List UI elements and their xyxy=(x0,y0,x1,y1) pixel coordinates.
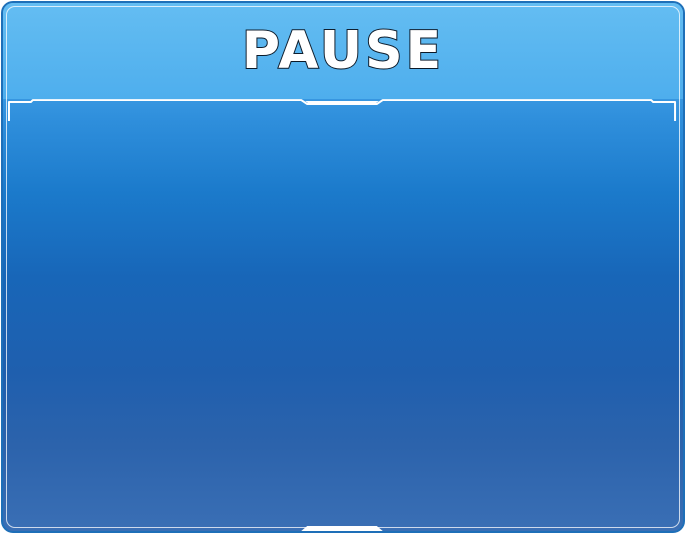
pause-header: PAUSE xyxy=(3,3,683,99)
divider-notch-fill xyxy=(305,101,379,105)
pause-panel: PAUSE xyxy=(1,1,685,533)
bottom-notch-shape xyxy=(301,526,383,531)
pause-title: PAUSE xyxy=(241,20,445,82)
bottom-notch xyxy=(301,526,383,531)
header-divider-frame xyxy=(7,99,677,121)
